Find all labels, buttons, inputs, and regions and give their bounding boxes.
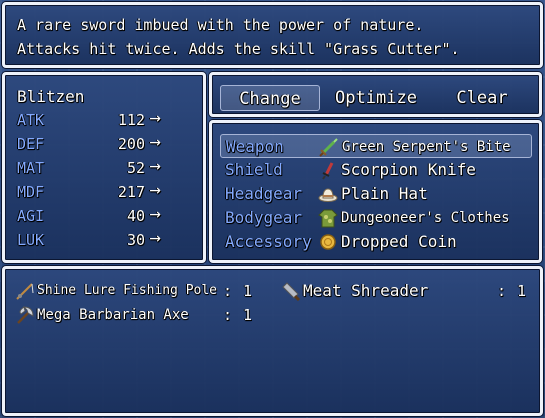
cleaver-icon <box>282 282 301 301</box>
right-arrow-icon: → <box>149 159 161 175</box>
optimize-button[interactable]: Optimize <box>324 85 428 111</box>
stat-label: DEF <box>17 135 45 153</box>
stat-row-agi: AGI 40 → <box>17 207 193 231</box>
actor-name: Blitzen <box>17 87 85 106</box>
coin-icon <box>320 234 336 250</box>
slot-label: Bodygear <box>225 208 303 227</box>
item-colon: : <box>497 282 507 300</box>
clothes-icon <box>318 209 338 228</box>
stat-value: 217 <box>117 183 145 201</box>
hat-icon <box>318 188 338 202</box>
stat-label: MAT <box>17 159 45 177</box>
optimize-label: Optimize <box>335 88 417 108</box>
slot-headgear[interactable]: Headgear Plain Hat <box>220 182 532 206</box>
right-arrow-icon: → <box>149 135 161 151</box>
command-window: Change Optimize Clear <box>209 72 542 117</box>
list-item[interactable]: Mega Barbarian Axe : 1 <box>15 303 263 327</box>
stat-label: AGI <box>17 207 45 225</box>
change-button[interactable]: Change <box>220 85 320 111</box>
slot-label: Weapon <box>226 137 284 156</box>
equipped-item-name: Dropped Coin <box>341 232 457 251</box>
stat-value: 52 <box>126 159 145 177</box>
equipped-item-name: Scorpion Knife <box>341 160 476 179</box>
list-item[interactable]: Meat Shreader : 1 <box>281 279 535 303</box>
slot-label: Shield <box>225 160 283 179</box>
clear-button[interactable]: Clear <box>432 85 532 111</box>
right-arrow-icon: → <box>149 207 161 223</box>
stat-row-atk: ATK 112 → <box>17 111 193 135</box>
equip-slot-window: Weapon Green Serpent's Bite Shield Scorp… <box>209 120 542 263</box>
stat-value: 200 <box>117 135 145 153</box>
item-name: Mega Barbarian Axe <box>37 307 189 323</box>
slot-weapon[interactable]: Weapon Green Serpent's Bite <box>220 134 532 158</box>
item-count: 1 <box>517 282 527 300</box>
slot-label: Headgear <box>225 184 303 203</box>
list-item[interactable]: Shine Lure Fishing Pole : 1 <box>15 279 263 303</box>
equipped-item-name: Dungeoneer's Clothes <box>341 210 510 226</box>
help-line-1: A rare sword imbued with the power of na… <box>17 16 424 34</box>
equipped-item-name: Plain Hat <box>341 184 428 203</box>
help-window: A rare sword imbued with the power of na… <box>2 2 543 68</box>
slot-label: Accessory <box>225 232 312 251</box>
slot-accessory[interactable]: Accessory Dropped Coin <box>220 230 532 254</box>
slot-shield[interactable]: Shield Scorpion Knife <box>220 158 532 182</box>
item-count: 1 <box>243 282 253 300</box>
stat-label: ATK <box>17 111 45 129</box>
dagger-icon <box>322 162 334 180</box>
slot-bodygear[interactable]: Bodygear Dungeoneer's Clothes <box>220 206 532 230</box>
item-name: Meat Shreader <box>303 281 429 300</box>
stat-row-def: DEF 200 → <box>17 135 193 159</box>
axe-icon <box>17 306 34 324</box>
help-line-2: Attacks hit twice. Adds the skill "Grass… <box>17 40 460 58</box>
item-name: Shine Lure Fishing Pole <box>37 283 218 298</box>
status-window: Blitzen ATK 112 → DEF 200 → MAT 52 → MDF… <box>2 72 206 263</box>
fishing-pole-icon <box>16 283 34 300</box>
stat-row-luk: LUK 30 → <box>17 231 193 255</box>
item-list-window: Shine Lure Fishing Pole : 1 Meat Shreade… <box>2 266 543 416</box>
stat-value: 40 <box>126 207 145 225</box>
right-arrow-icon: → <box>149 183 161 199</box>
right-arrow-icon: → <box>149 231 161 247</box>
item-count: 1 <box>243 306 253 324</box>
stat-row-mat: MAT 52 → <box>17 159 193 183</box>
stat-label: LUK <box>17 231 45 249</box>
clear-label: Clear <box>456 88 508 108</box>
sword-icon <box>319 138 338 157</box>
stat-value: 112 <box>117 111 145 129</box>
right-arrow-icon: → <box>149 111 161 127</box>
item-colon: : <box>223 282 233 300</box>
change-label: Change <box>239 89 301 109</box>
stat-row-mdf: MDF 217 → <box>17 183 193 207</box>
stat-label: MDF <box>17 183 45 201</box>
equipped-item-name: Green Serpent's Bite <box>342 139 511 155</box>
stat-value: 30 <box>126 231 145 249</box>
item-colon: : <box>223 306 233 324</box>
